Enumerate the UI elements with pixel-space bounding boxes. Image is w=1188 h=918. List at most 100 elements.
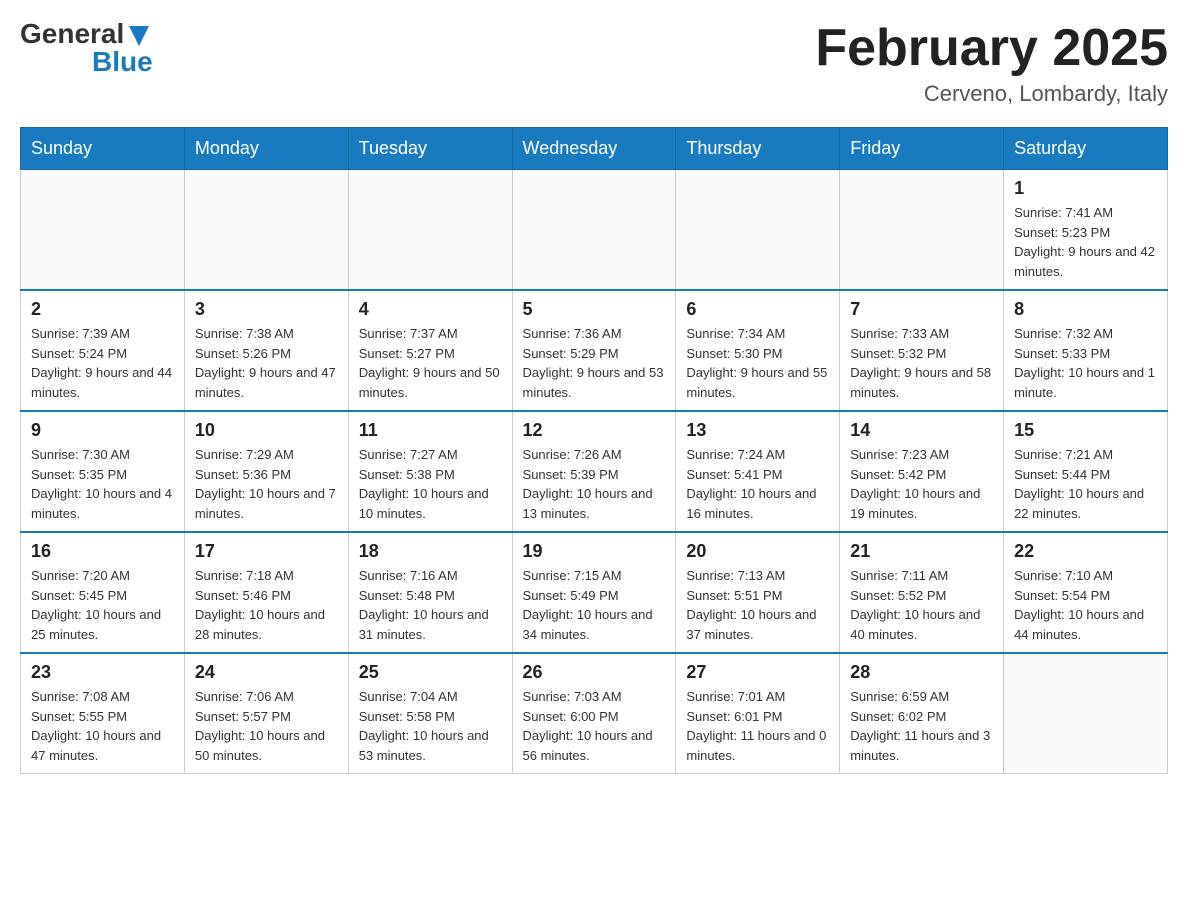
day-number: 24 <box>195 662 338 683</box>
calendar-cell: 2 Sunrise: 7:39 AMSunset: 5:24 PMDaylight… <box>21 290 185 411</box>
day-number: 17 <box>195 541 338 562</box>
title-block: February 2025 Cerveno, Lombardy, Italy <box>815 20 1168 107</box>
day-number: 3 <box>195 299 338 320</box>
day-number: 9 <box>31 420 174 441</box>
calendar-cell: 22 Sunrise: 7:10 AMSunset: 5:54 PMDayligh… <box>1004 532 1168 653</box>
calendar-cell: 18Sunrise: 7:16 AMSunset: 5:48 PMDayligh… <box>348 532 512 653</box>
day-info: Sunrise: 7:15 AMSunset: 5:49 PMDaylight:… <box>523 566 666 644</box>
calendar-cell <box>348 170 512 291</box>
logo-general-text: General <box>20 20 124 48</box>
day-info: Sunrise: 7:03 AMSunset: 6:00 PMDaylight:… <box>523 687 666 765</box>
day-info: Sunrise: 7:06 AMSunset: 5:57 PMDaylight:… <box>195 687 338 765</box>
calendar-cell: 25 Sunrise: 7:04 AMSunset: 5:58 PMDayligh… <box>348 653 512 774</box>
calendar-cell <box>512 170 676 291</box>
day-number: 18 <box>359 541 502 562</box>
day-info: Sunrise: 7:20 AMSunset: 5:45 PMDaylight:… <box>31 566 174 644</box>
day-number: 4 <box>359 299 502 320</box>
day-number: 23 <box>31 662 174 683</box>
day-info: Sunrise: 6:59 AMSunset: 6:02 PMDaylight:… <box>850 687 993 765</box>
calendar-header-row: SundayMondayTuesdayWednesdayThursdayFrid… <box>21 128 1168 170</box>
calendar-cell: 12 Sunrise: 7:26 AMSunset: 5:39 PMDayligh… <box>512 411 676 532</box>
logo-triangle-icon <box>129 26 149 46</box>
day-info: Sunrise: 7:39 AMSunset: 5:24 PMDaylight:… <box>31 324 174 402</box>
day-number: 26 <box>523 662 666 683</box>
calendar-header-saturday: Saturday <box>1004 128 1168 170</box>
calendar-header-tuesday: Tuesday <box>348 128 512 170</box>
day-number: 28 <box>850 662 993 683</box>
calendar-header-sunday: Sunday <box>21 128 185 170</box>
day-info: Sunrise: 7:41 AMSunset: 5:23 PMDaylight:… <box>1014 203 1157 281</box>
calendar-week-row-2: 2 Sunrise: 7:39 AMSunset: 5:24 PMDaylight… <box>21 290 1168 411</box>
day-info: Sunrise: 7:21 AMSunset: 5:44 PMDaylight:… <box>1014 445 1157 523</box>
day-info: Sunrise: 7:13 AMSunset: 5:51 PMDaylight:… <box>686 566 829 644</box>
day-info: Sunrise: 7:18 AMSunset: 5:46 PMDaylight:… <box>195 566 338 644</box>
calendar-cell: 16 Sunrise: 7:20 AMSunset: 5:45 PMDayligh… <box>21 532 185 653</box>
calendar-week-row-3: 9 Sunrise: 7:30 AMSunset: 5:35 PMDaylight… <box>21 411 1168 532</box>
calendar-cell: 11 Sunrise: 7:27 AMSunset: 5:38 PMDayligh… <box>348 411 512 532</box>
month-title: February 2025 <box>815 20 1168 77</box>
calendar-cell: 7 Sunrise: 7:33 AMSunset: 5:32 PMDaylight… <box>840 290 1004 411</box>
calendar-cell: 28 Sunrise: 6:59 AMSunset: 6:02 PMDayligh… <box>840 653 1004 774</box>
day-number: 13 <box>686 420 829 441</box>
calendar-week-row-1: 1 Sunrise: 7:41 AMSunset: 5:23 PMDaylight… <box>21 170 1168 291</box>
day-info: Sunrise: 7:11 AMSunset: 5:52 PMDaylight:… <box>850 566 993 644</box>
calendar-cell <box>1004 653 1168 774</box>
day-info: Sunrise: 7:01 AMSunset: 6:01 PMDaylight:… <box>686 687 829 765</box>
calendar-cell: 4 Sunrise: 7:37 AMSunset: 5:27 PMDaylight… <box>348 290 512 411</box>
day-number: 1 <box>1014 178 1157 199</box>
day-info: Sunrise: 7:08 AMSunset: 5:55 PMDaylight:… <box>31 687 174 765</box>
calendar-week-row-4: 16 Sunrise: 7:20 AMSunset: 5:45 PMDayligh… <box>21 532 1168 653</box>
day-info: Sunrise: 7:32 AMSunset: 5:33 PMDaylight:… <box>1014 324 1157 402</box>
day-number: 2 <box>31 299 174 320</box>
day-info: Sunrise: 7:37 AMSunset: 5:27 PMDaylight:… <box>359 324 502 402</box>
calendar-cell: 3 Sunrise: 7:38 AMSunset: 5:26 PMDaylight… <box>184 290 348 411</box>
day-info: Sunrise: 7:33 AMSunset: 5:32 PMDaylight:… <box>850 324 993 402</box>
day-info: Sunrise: 7:10 AMSunset: 5:54 PMDaylight:… <box>1014 566 1157 644</box>
day-info: Sunrise: 7:27 AMSunset: 5:38 PMDaylight:… <box>359 445 502 523</box>
calendar-cell: 5 Sunrise: 7:36 AMSunset: 5:29 PMDaylight… <box>512 290 676 411</box>
calendar-cell: 1 Sunrise: 7:41 AMSunset: 5:23 PMDaylight… <box>1004 170 1168 291</box>
calendar-cell: 15 Sunrise: 7:21 AMSunset: 5:44 PMDayligh… <box>1004 411 1168 532</box>
calendar-cell: 6 Sunrise: 7:34 AMSunset: 5:30 PMDaylight… <box>676 290 840 411</box>
day-info: Sunrise: 7:04 AMSunset: 5:58 PMDaylight:… <box>359 687 502 765</box>
calendar-cell: 19Sunrise: 7:15 AMSunset: 5:49 PMDayligh… <box>512 532 676 653</box>
calendar-cell: 24 Sunrise: 7:06 AMSunset: 5:57 PMDayligh… <box>184 653 348 774</box>
calendar-cell: 20Sunrise: 7:13 AMSunset: 5:51 PMDayligh… <box>676 532 840 653</box>
day-info: Sunrise: 7:30 AMSunset: 5:35 PMDaylight:… <box>31 445 174 523</box>
calendar-header-thursday: Thursday <box>676 128 840 170</box>
calendar-cell: 9 Sunrise: 7:30 AMSunset: 5:35 PMDaylight… <box>21 411 185 532</box>
calendar-cell: 14 Sunrise: 7:23 AMSunset: 5:42 PMDayligh… <box>840 411 1004 532</box>
day-number: 25 <box>359 662 502 683</box>
logo-blue-text: Blue <box>92 48 153 76</box>
day-number: 5 <box>523 299 666 320</box>
calendar-cell <box>840 170 1004 291</box>
day-number: 6 <box>686 299 829 320</box>
day-info: Sunrise: 7:36 AMSunset: 5:29 PMDaylight:… <box>523 324 666 402</box>
day-number: 10 <box>195 420 338 441</box>
calendar-cell <box>21 170 185 291</box>
day-number: 15 <box>1014 420 1157 441</box>
day-number: 21 <box>850 541 993 562</box>
calendar-cell: 8Sunrise: 7:32 AMSunset: 5:33 PMDaylight… <box>1004 290 1168 411</box>
day-number: 22 <box>1014 541 1157 562</box>
calendar-cell: 13Sunrise: 7:24 AMSunset: 5:41 PMDayligh… <box>676 411 840 532</box>
day-number: 14 <box>850 420 993 441</box>
calendar-table: SundayMondayTuesdayWednesdayThursdayFrid… <box>20 127 1168 774</box>
day-info: Sunrise: 7:23 AMSunset: 5:42 PMDaylight:… <box>850 445 993 523</box>
logo: General Blue <box>20 20 153 76</box>
day-number: 12 <box>523 420 666 441</box>
day-info: Sunrise: 7:26 AMSunset: 5:39 PMDaylight:… <box>523 445 666 523</box>
calendar-cell: 27Sunrise: 7:01 AMSunset: 6:01 PMDayligh… <box>676 653 840 774</box>
day-number: 11 <box>359 420 502 441</box>
calendar-cell <box>184 170 348 291</box>
day-info: Sunrise: 7:38 AMSunset: 5:26 PMDaylight:… <box>195 324 338 402</box>
calendar-cell: 10 Sunrise: 7:29 AMSunset: 5:36 PMDayligh… <box>184 411 348 532</box>
calendar-cell <box>676 170 840 291</box>
calendar-cell: 21 Sunrise: 7:11 AMSunset: 5:52 PMDayligh… <box>840 532 1004 653</box>
calendar-cell: 17 Sunrise: 7:18 AMSunset: 5:46 PMDayligh… <box>184 532 348 653</box>
calendar-week-row-5: 23 Sunrise: 7:08 AMSunset: 5:55 PMDayligh… <box>21 653 1168 774</box>
day-number: 7 <box>850 299 993 320</box>
day-info: Sunrise: 7:29 AMSunset: 5:36 PMDaylight:… <box>195 445 338 523</box>
day-number: 16 <box>31 541 174 562</box>
day-info: Sunrise: 7:34 AMSunset: 5:30 PMDaylight:… <box>686 324 829 402</box>
